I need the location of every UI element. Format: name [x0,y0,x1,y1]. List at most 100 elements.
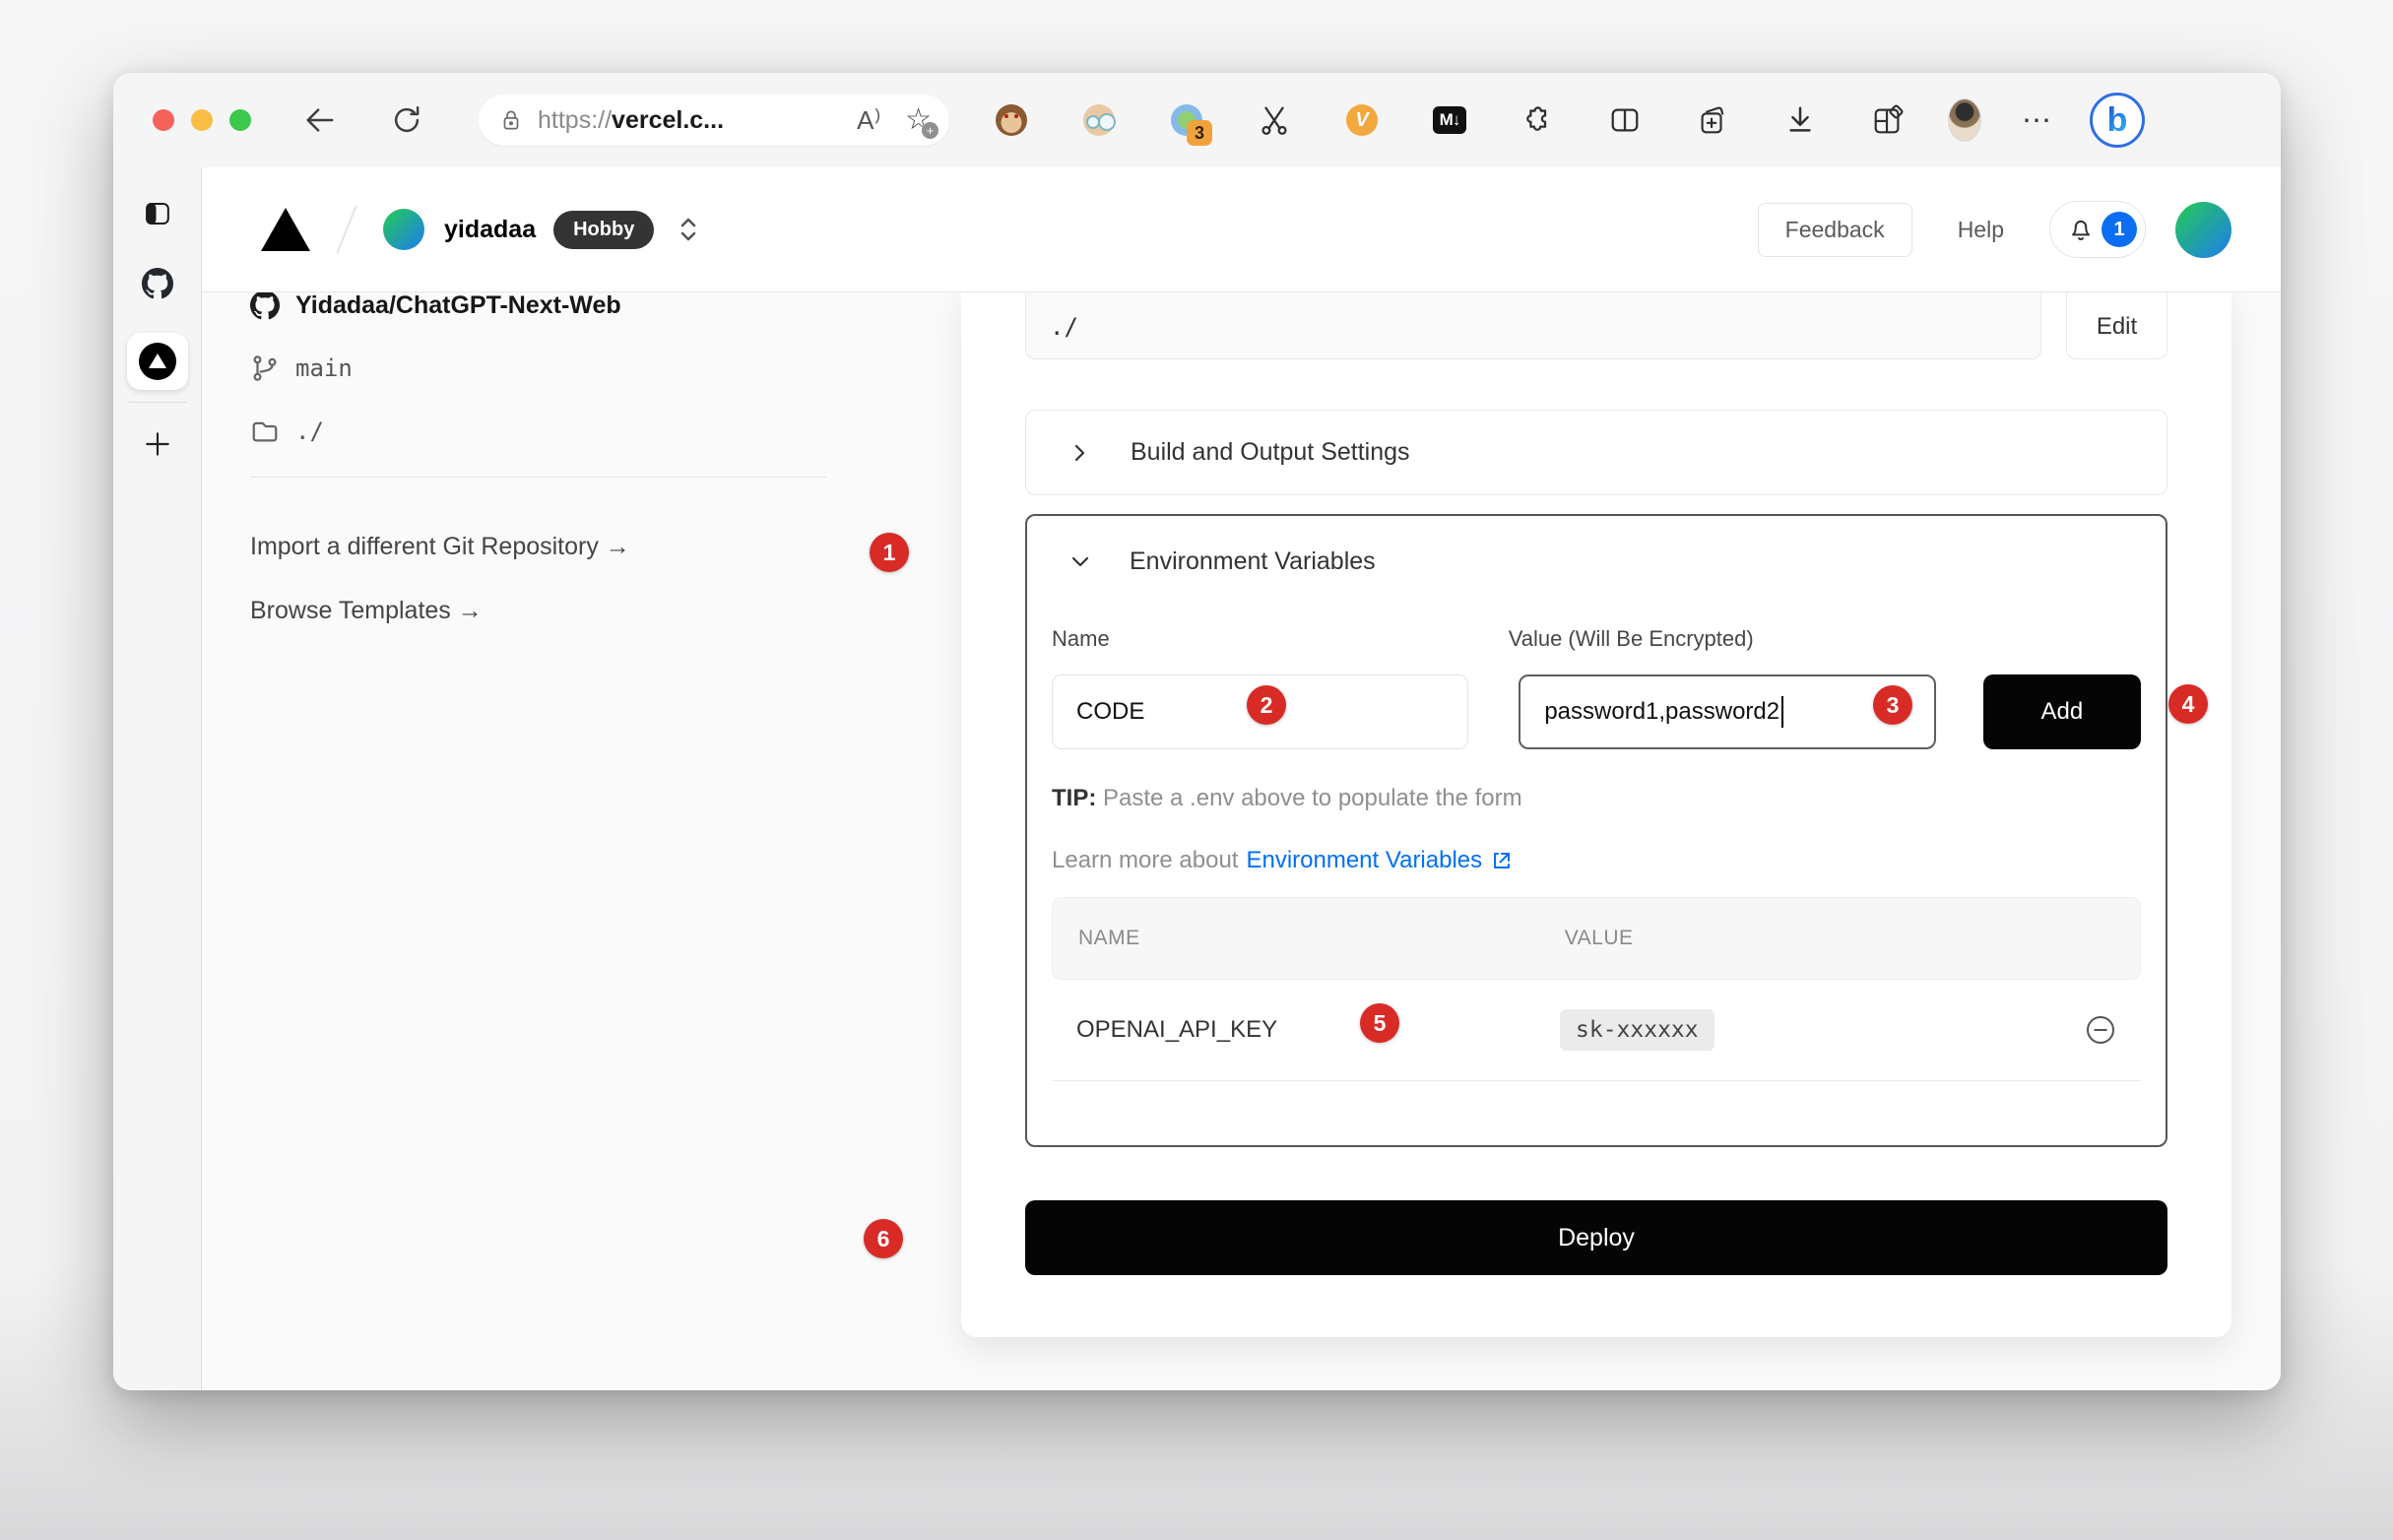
face-extension-icon[interactable] [1082,103,1116,137]
external-link-icon [1490,849,1514,872]
env-value-input[interactable]: password1,password2 [1519,674,1935,749]
feedback-button[interactable]: Feedback [1758,203,1912,257]
team-name: yidadaa [444,216,536,244]
downloads-icon[interactable] [1783,103,1817,137]
environment-variables-section: Environment Variables Name Value (Will B… [1025,514,2167,1147]
browser-sidebar [113,167,202,1390]
bell-icon [2066,215,2096,244]
repo-row: Yidadaa/ChatGPT-Next-Web [250,288,939,323]
learn-more-prefix: Learn more about [1052,847,1238,874]
table-name-header: NAME [1078,927,1140,950]
plan-badge: Hobby [553,211,654,249]
scissors-extension-icon[interactable] [1258,103,1291,137]
reload-button[interactable] [389,102,424,138]
profile-avatar[interactable] [1948,103,1981,137]
env-field-labels: Name Value (Will Be Encrypted) [1052,626,2141,654]
tampermonkey-extension-icon[interactable] [995,103,1028,137]
env-tip: TIP: Paste a .env above to populate the … [1052,785,2141,812]
browser-toolbar: https://vercel.c... A) ☆+ 3 V M↓ [113,73,2281,167]
address-bar[interactable]: https://vercel.c... A) ☆+ [479,95,949,146]
team-switcher-icon[interactable] [676,213,701,246]
read-aloud-icon[interactable]: A) [857,105,879,136]
env-row-name: OPENAI_API_KEY [1076,1016,1401,1044]
badge-extension-icon[interactable]: 3 [1170,103,1203,137]
deploy-button[interactable]: Deploy [1025,1200,2167,1275]
vercel-favicon-icon [139,343,176,380]
user-avatar[interactable] [2175,202,2231,258]
minimize-window-button[interactable] [191,109,213,131]
remove-env-var-icon[interactable] [2085,1014,2116,1046]
team-avatar [383,209,424,250]
v-extension-icon[interactable]: V [1345,103,1379,137]
env-input-row: CODE password1,password2 Add [1052,674,2141,749]
new-tab-icon[interactable] [142,428,173,460]
tip-text: Paste a .env above to populate the form [1096,785,1521,811]
annotation-badge-6: 6 [864,1219,903,1258]
tab-panel-icon[interactable] [143,199,172,228]
vercel-logo-icon[interactable] [261,208,310,251]
add-favorite-icon[interactable]: ☆+ [905,105,932,135]
root-path-input[interactable]: ./ [1025,292,2041,359]
tip-label: TIP: [1052,785,1096,811]
favorite-plus-badge: + [922,122,938,139]
traffic-lights [153,109,251,131]
text-caret [1781,696,1783,728]
name-label: Name [1052,626,1110,654]
env-learn-more: Learn more about Environment Variables [1052,847,2141,874]
close-window-button[interactable] [153,109,174,131]
build-section-title: Build and Output Settings [1131,438,1410,467]
env-row-value: sk-xxxxxx [1560,1009,1714,1051]
bing-chat-icon[interactable]: b [2090,93,2145,148]
back-button[interactable] [302,102,338,138]
browse-templates-link[interactable]: Browse Templates → [250,593,939,628]
repo-name: Yidadaa/ChatGPT-Next-Web [295,291,621,320]
git-branch-icon [250,353,280,383]
annotation-badge-5: 5 [1360,1003,1399,1043]
root-path-row: ./ Edit [1025,292,2167,359]
env-table-row: OPENAI_API_KEY sk-xxxxxx [1052,980,2141,1080]
extensions-puzzle-icon[interactable] [1520,103,1554,137]
configure-project-card: ./ Edit Build and Output Settings Enviro… [961,292,2231,1337]
url-host: vercel.c... [612,106,724,135]
repo-summary-panel: Yidadaa/ChatGPT-Next-Web main ./ Import … [250,288,939,628]
branch-name: main [295,354,353,382]
env-value-text: password1,password2 [1544,698,1779,726]
root-dir: ./ [295,417,324,445]
browser-essentials-icon[interactable] [1871,103,1905,137]
zoom-window-button[interactable] [229,109,251,131]
annotation-badge-2: 2 [1247,685,1286,725]
chevron-down-icon [1068,549,1092,573]
notification-count-badge: 1 [2102,212,2137,247]
chevron-right-icon [1067,441,1091,465]
folder-icon [250,417,280,446]
env-docs-link[interactable]: Environment Variables [1246,847,1482,874]
split-screen-icon[interactable] [1608,103,1642,137]
markdown-extension-icon[interactable]: M↓ [1433,103,1466,137]
value-label: Value (Will Be Encrypted) [1509,626,1754,654]
import-different-repo-link[interactable]: Import a different Git Repository → [250,529,939,564]
env-table-header: NAME VALUE [1052,897,2141,980]
notifications-button[interactable]: 1 [2049,201,2146,258]
annotation-badge-3: 3 [1873,685,1912,725]
collections-icon[interactable] [1696,103,1729,137]
table-value-header: VALUE [1565,927,1634,950]
github-icon [250,290,280,320]
github-tab-icon[interactable] [142,268,173,299]
help-link[interactable]: Help [1958,217,2004,243]
more-menu-icon[interactable]: ⋯ [2021,103,2054,137]
edit-button[interactable]: Edit [2066,292,2167,359]
sidebar-divider [129,402,186,403]
breadcrumb-separator [336,206,356,254]
annotation-badge-4: 4 [2168,684,2208,724]
back-arrow-icon [303,103,337,137]
env-section-header[interactable]: Environment Variables [1052,545,2141,577]
vercel-active-tab[interactable] [127,333,188,390]
vercel-header: yidadaa Hobby Feedback Help 1 [202,167,2281,292]
extensions-strip: 3 V M↓ [995,103,1905,137]
row-divider [1052,1080,2141,1081]
env-section-title: Environment Variables [1130,547,1376,576]
build-output-settings-section[interactable]: Build and Output Settings [1025,410,2167,495]
root-dir-row: ./ [250,414,939,449]
add-env-var-button[interactable]: Add [1983,674,2141,749]
browser-window: https://vercel.c... A) ☆+ 3 V M↓ [113,73,2281,1390]
